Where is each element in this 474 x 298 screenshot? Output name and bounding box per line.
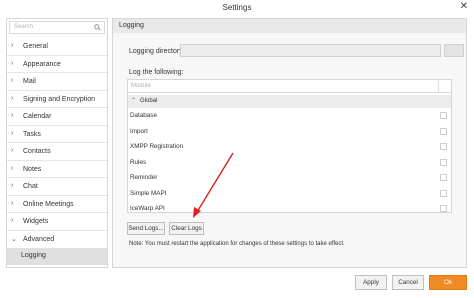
sidebar-item-signing-and-encryption[interactable]: › Signing and Encryption <box>7 91 107 108</box>
sidebar-item-widgets[interactable]: › Widgets <box>7 213 107 231</box>
sidebar-item-advanced[interactable]: ⌄ Advanced <box>7 231 107 249</box>
window-title: Settings <box>222 3 252 12</box>
panel-header: Logging <box>113 19 466 33</box>
chevron-icon: › <box>11 199 14 207</box>
module-checkbox[interactable] <box>440 112 447 119</box>
chevron-icon: › <box>11 164 14 172</box>
chevron-icon: › <box>11 77 14 84</box>
sidebar-item-label: Tasks <box>23 130 41 138</box>
module-label: XMPP Registration <box>130 143 184 150</box>
sidebar-item-contacts[interactable]: › Contacts <box>7 143 107 161</box>
module-list: Module ⌃ Global Database Import XMPP Regis… <box>127 79 452 213</box>
sidebar-nav: › General › Appearance › Mail › Signing and Enc… <box>7 38 107 265</box>
chevron-icon: ⌄ <box>11 235 17 243</box>
clear-logs-button[interactable]: Clear Logs <box>169 222 204 235</box>
chevron-icon: › <box>11 147 14 154</box>
module-label: Reminder <box>130 174 158 181</box>
sidebar-item-label: Logging <box>21 252 46 259</box>
sidebar-item-label: Mail <box>23 78 36 85</box>
chevron-icon: › <box>11 94 14 102</box>
log-following-label: Log the following: <box>129 69 184 76</box>
chevron-icon: › <box>11 42 14 49</box>
search-icon[interactable] <box>94 24 101 31</box>
module-column-header[interactable]: Module <box>128 80 451 93</box>
sidebar-item-label: Online Meetings <box>23 200 74 208</box>
settings-sidebar: Search › General › Appearance › Mail › Signing … <box>6 18 108 268</box>
list-item[interactable]: Database <box>128 108 451 124</box>
sidebar-item-label: Contacts <box>23 148 51 155</box>
logging-directory-field[interactable] <box>180 44 441 57</box>
global-group-label: Global <box>140 98 158 104</box>
panel-title: Logging <box>119 22 144 29</box>
sidebar-item-label: Advanced <box>23 235 55 243</box>
list-item[interactable]: Reminder <box>128 170 451 186</box>
list-item[interactable]: Rules <box>128 155 451 171</box>
module-checkbox[interactable] <box>440 143 447 150</box>
sidebar-item-calendar[interactable]: › Calendar <box>7 108 107 126</box>
chevron-icon: › <box>11 182 14 189</box>
module-label: Rules <box>130 158 147 166</box>
apply-button[interactable]: Apply <box>355 275 387 290</box>
sidebar-item-online-meetings[interactable]: › Online Meetings <box>7 196 107 213</box>
sidebar-item-label: Appearance <box>23 60 61 68</box>
sidebar-item-label: Calendar <box>23 113 52 120</box>
module-checkbox[interactable] <box>440 189 447 197</box>
logging-panel: Logging Logging directory: Log the follo… <box>112 18 467 268</box>
sidebar-item-logging[interactable]: Logging <box>7 248 107 265</box>
sidebar-item-mail[interactable]: › Mail <box>7 73 107 91</box>
browse-button[interactable] <box>444 44 464 57</box>
chevron-icon: › <box>11 112 14 119</box>
cancel-button[interactable]: Cancel <box>392 275 424 290</box>
ok-button[interactable]: Ok <box>429 275 467 290</box>
logging-directory-label: Logging directory: <box>129 48 185 55</box>
title-bar: Settings ✕ <box>0 0 474 16</box>
list-item[interactable]: Simple MAPI <box>128 186 451 202</box>
send-logs-button[interactable]: Send Logs... <box>127 222 165 235</box>
list-item[interactable]: XMPP Registration <box>128 139 451 155</box>
module-label: Simple MAPI <box>130 189 167 197</box>
dialog-footer: Apply Cancel Ok <box>0 270 474 298</box>
module-header-label: Module <box>131 83 151 89</box>
sidebar-item-label: Chat <box>23 183 38 190</box>
search-input[interactable]: Search <box>9 21 105 34</box>
column-separator <box>438 80 439 92</box>
sidebar-item-label: Signing and Encryption <box>23 95 95 103</box>
sidebar-item-notes[interactable]: › Notes <box>7 161 107 178</box>
chevron-icon: › <box>11 217 14 224</box>
sidebar-item-label: General <box>23 43 48 50</box>
chevron-up-icon[interactable]: ⌃ <box>131 97 136 104</box>
chevron-icon: › <box>11 129 14 137</box>
sidebar-item-general[interactable]: › General <box>7 38 107 56</box>
module-label: Import <box>130 127 148 135</box>
module-label: Database <box>130 112 157 119</box>
module-checkbox[interactable] <box>440 127 447 135</box>
module-label: IceWarp API <box>130 205 165 212</box>
sidebar-item-tasks[interactable]: › Tasks <box>7 126 107 143</box>
chevron-icon: › <box>11 59 14 67</box>
global-group[interactable]: ⌃ Global <box>128 95 451 108</box>
sidebar-item-chat[interactable]: › Chat <box>7 178 107 196</box>
search-placeholder: Search <box>14 24 34 30</box>
module-rows: Database Import XMPP Registration Rules Remi… <box>128 108 451 217</box>
module-checkbox[interactable] <box>440 158 447 166</box>
sidebar-item-appearance[interactable]: › Appearance <box>7 56 107 73</box>
sidebar-item-label: Notes <box>23 165 42 173</box>
restart-note: Note: You must restart the application f… <box>129 241 345 247</box>
close-icon[interactable]: ✕ <box>460 1 468 12</box>
sidebar-item-label: Widgets <box>23 218 49 225</box>
list-item[interactable]: Import <box>128 124 451 140</box>
list-item[interactable]: IceWarp API <box>128 201 451 217</box>
module-checkbox[interactable] <box>440 174 447 181</box>
module-checkbox[interactable] <box>440 205 447 212</box>
